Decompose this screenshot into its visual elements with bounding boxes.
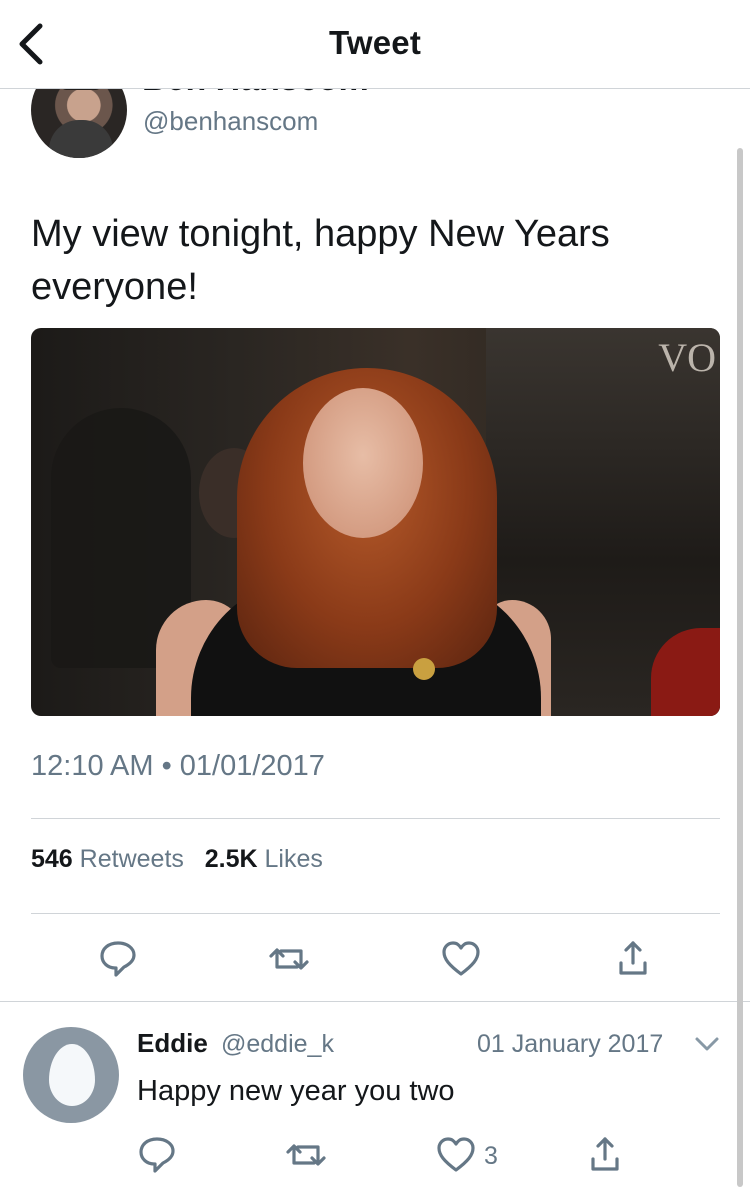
like-icon[interactable] — [439, 937, 483, 981]
likes-stat[interactable]: 2.5K Likes — [205, 845, 323, 873]
divider — [31, 913, 720, 914]
chevron-down-icon[interactable] — [694, 1034, 720, 1054]
share-icon[interactable] — [611, 937, 655, 981]
scrollbar[interactable] — [737, 148, 743, 1187]
reply-icon[interactable] — [135, 1133, 179, 1177]
share-icon[interactable] — [583, 1133, 627, 1177]
reply-like-count: 3 — [484, 1142, 498, 1170]
tweet-stats: 546 Retweets 2.5K Likes — [31, 845, 323, 874]
reply-icon[interactable] — [96, 937, 140, 981]
like-icon[interactable] — [434, 1133, 478, 1177]
retweet-icon[interactable] — [284, 1133, 328, 1177]
page-title: Tweet — [328, 24, 422, 61]
tweet-timestamp: 12:10 AM • 01/01/2017 — [31, 750, 325, 782]
author-handle[interactable]: @benhanscom — [143, 106, 318, 137]
reply-text: Happy new year you two — [137, 1075, 455, 1107]
reply-author-handle[interactable]: @eddie_k — [221, 1030, 334, 1059]
retweet-icon[interactable] — [267, 937, 311, 981]
tweet-media-image[interactable]: VO — [31, 328, 720, 716]
retweets-stat[interactable]: 546 Retweets — [31, 845, 184, 873]
top-navigation-bar: Tweet — [0, 0, 750, 89]
reply-date: 01 January 2017 — [477, 1030, 664, 1058]
tweet-text: My view tonight, happy New Years everyon… — [31, 213, 610, 308]
media-watermark: VO — [658, 335, 716, 380]
divider — [0, 1001, 750, 1002]
reply-author-name[interactable]: Eddie — [137, 1028, 208, 1059]
egg-avatar-icon — [49, 1044, 95, 1106]
divider — [31, 818, 720, 819]
